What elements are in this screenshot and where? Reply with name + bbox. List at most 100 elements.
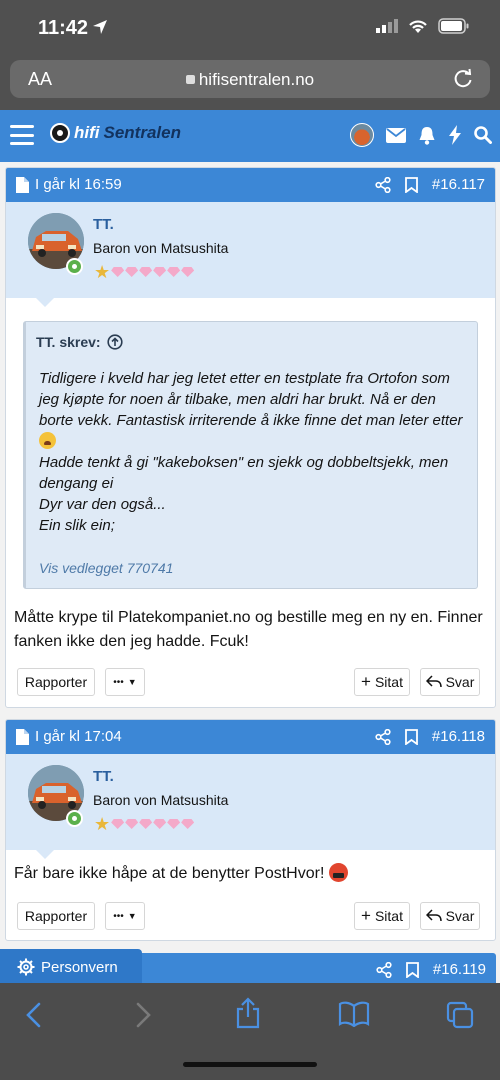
gem-icon	[139, 267, 153, 277]
quote-block: TT. skrev: Tidligere i kveld har jeg let…	[23, 321, 478, 589]
gem-icon	[167, 267, 181, 277]
home-indicator	[183, 1062, 317, 1067]
post-header-actions: #16.118	[375, 728, 485, 745]
gem-icon	[125, 267, 139, 277]
username[interactable]: TT.	[93, 216, 114, 233]
post-number[interactable]: #16.118	[432, 728, 485, 745]
gem-icon	[181, 819, 195, 829]
site-header: hifi Sentralen	[0, 110, 500, 162]
post-number[interactable]: #16.117	[432, 176, 485, 193]
site-logo[interactable]: hifi Sentralen	[50, 123, 181, 143]
gem-icon	[111, 819, 125, 829]
more-actions-button[interactable]: ••• ▼	[105, 902, 145, 930]
post-16117: I går kl 16:59 #16.117 TT. Baron von Mat…	[5, 167, 496, 708]
back-chevron-icon[interactable]	[24, 1001, 44, 1029]
quote-line-1: Tidligere i kveld har jeg letet etter en…	[39, 370, 463, 429]
reply-label: Svar	[445, 674, 475, 690]
post-body-text: Får bare ikke håpe at de benytter PostHv…	[14, 862, 484, 886]
bookmarks-book-icon[interactable]	[338, 1001, 370, 1027]
reply-label: Svar	[445, 908, 475, 924]
gem-icon	[125, 819, 139, 829]
more-label: •••	[113, 676, 124, 688]
report-button[interactable]: Rapporter	[17, 902, 95, 930]
post-body-text: Måtte krype til Platekompaniet.no og bes…	[14, 609, 483, 650]
more-label: •••	[113, 910, 124, 922]
url-bar[interactable]: AA hifisentralen.no	[10, 60, 490, 98]
battery-icon	[438, 18, 469, 34]
vinyl-disc-icon	[50, 123, 70, 143]
reply-arrow-icon	[425, 909, 442, 922]
quote-body: Tidligere i kveld har jeg letet etter en…	[39, 368, 467, 536]
weary-face-emoji-icon	[39, 432, 56, 449]
gem-icon	[153, 267, 167, 277]
cellular-signal-icon	[376, 19, 398, 33]
post-header: I går kl 17:04 #16.118	[6, 720, 495, 754]
reply-arrow-icon	[425, 675, 442, 688]
menu-icon[interactable]	[10, 125, 34, 145]
gem-icon	[111, 267, 125, 277]
user-rank-badges: ★	[94, 814, 195, 834]
quote-button[interactable]: + Sitat	[354, 902, 410, 930]
user-title: Baron von Matsushita	[93, 240, 229, 256]
plus-icon: +	[361, 906, 371, 925]
post-16118: I går kl 17:04 #16.118 TT. Baron von Mat…	[5, 719, 496, 941]
quote-header[interactable]: TT. skrev:	[36, 334, 123, 350]
privacy-label: Personvern	[41, 958, 118, 976]
post-header-actions: #16.117	[375, 176, 485, 193]
view-attachment-link[interactable]: Vis vedlegget 770741	[39, 560, 173, 576]
location-arrow-icon	[93, 20, 107, 34]
lightning-icon[interactable]	[448, 125, 462, 145]
search-icon[interactable]	[474, 126, 492, 144]
star-medal-icon: ★	[94, 814, 111, 834]
more-actions-button[interactable]: ••• ▼	[105, 668, 145, 696]
browser-top-bar: 11:42 AA hifisentralen.no	[0, 0, 500, 110]
swearing-face-emoji-icon	[328, 863, 348, 882]
account-avatar[interactable]	[350, 123, 374, 147]
user-block: TT. Baron von Matsushita ★	[6, 202, 495, 307]
post-body-text-content: Får bare ikke håpe at de benytter PostHv…	[14, 865, 325, 882]
bookmark-icon[interactable]	[404, 176, 418, 193]
share-icon[interactable]	[375, 176, 391, 193]
report-button[interactable]: Rapporter	[17, 668, 95, 696]
wifi-icon	[409, 20, 427, 33]
privacy-settings-tab[interactable]: Personvern	[0, 949, 142, 985]
status-time: 11:42	[38, 17, 89, 39]
post-date-text: I går kl 17:04	[35, 728, 122, 745]
share-sheet-icon[interactable]	[234, 997, 262, 1029]
bookmark-icon[interactable]	[405, 961, 419, 978]
reply-button[interactable]: Svar	[420, 902, 480, 930]
share-icon[interactable]	[375, 728, 391, 745]
tabs-icon[interactable]	[446, 1001, 474, 1029]
inbox-envelope-icon[interactable]	[386, 127, 406, 143]
url-text: hifisentralen.no	[198, 70, 315, 89]
reply-button[interactable]: Svar	[420, 668, 480, 696]
arrow-up-circle-icon[interactable]	[106, 334, 123, 350]
report-label: Rapporter	[24, 908, 88, 924]
forward-chevron-icon[interactable]	[133, 1001, 153, 1029]
post-number[interactable]: #16.119	[433, 961, 486, 978]
post-date[interactable]: I går kl 16:59	[16, 176, 122, 193]
gear-icon	[17, 958, 35, 976]
online-status-icon	[66, 810, 83, 827]
bookmark-icon[interactable]	[404, 728, 418, 745]
gem-icon	[139, 819, 153, 829]
gem-icon	[153, 819, 167, 829]
url-display[interactable]: hifisentralen.no	[10, 70, 490, 90]
reload-icon[interactable]	[452, 68, 474, 90]
quote-label: Sitat	[374, 674, 403, 690]
post-date[interactable]: I går kl 17:04	[16, 728, 122, 745]
caret-down-icon: ▼	[127, 677, 137, 687]
quote-line-2: Hadde tenkt å gi "kakeboksen" en sjekk o…	[39, 454, 449, 492]
quote-label: Sitat	[374, 908, 403, 924]
lock-icon	[185, 75, 195, 84]
status-indicators	[376, 18, 470, 34]
gem-icon	[167, 819, 181, 829]
caret-down-icon: ▼	[127, 911, 137, 921]
bell-icon[interactable]	[418, 126, 436, 145]
star-medal-icon: ★	[94, 262, 111, 282]
quote-button[interactable]: + Sitat	[354, 668, 410, 696]
logo-text-hifi: hifi	[74, 123, 100, 142]
share-icon[interactable]	[376, 961, 392, 978]
username[interactable]: TT.	[93, 768, 114, 785]
report-label: Rapporter	[24, 674, 88, 690]
